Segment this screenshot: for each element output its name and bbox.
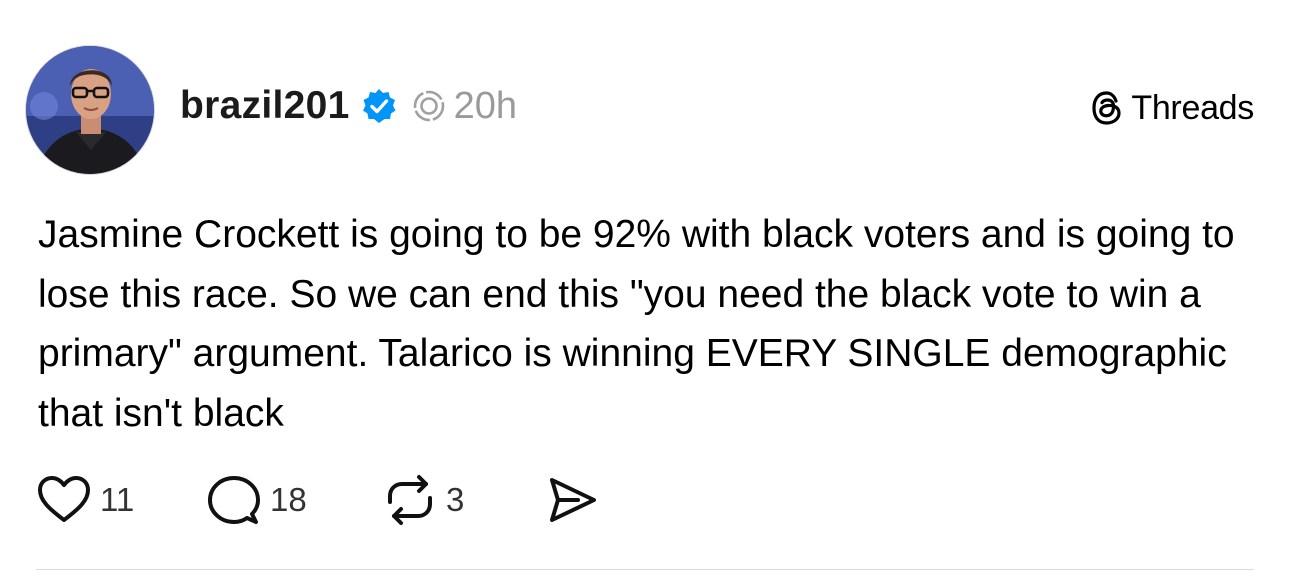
post-actions-bar: 11 18 3 <box>36 472 600 528</box>
post-divider <box>36 569 1254 570</box>
post-body-text: Jasmine Crockett is going to be 92% with… <box>38 213 1246 435</box>
avatar[interactable] <box>25 45 155 175</box>
threads-logo-icon <box>1089 89 1125 127</box>
like-count: 11 <box>100 481 135 518</box>
repost-count: 3 <box>446 481 465 518</box>
post-header: brazil201 20h <box>180 82 517 130</box>
threads-brand[interactable]: Threads <box>1089 88 1254 128</box>
heart-icon <box>38 476 90 522</box>
profile-photo <box>26 46 154 174</box>
threads-label: Threads <box>1131 88 1254 127</box>
send-icon <box>550 478 596 522</box>
post-timestamp: 20h <box>453 84 518 127</box>
like-button[interactable]: 11 <box>36 474 206 526</box>
threads-post: brazil201 20h Threads Jasmine Crockett i… <box>0 0 1290 580</box>
verified-badge-icon <box>360 87 398 125</box>
reply-count: 18 <box>270 481 307 518</box>
username[interactable]: brazil201 <box>180 84 350 128</box>
reply-button[interactable]: 18 <box>206 474 382 526</box>
share-button[interactable] <box>544 474 600 526</box>
comment-icon <box>208 476 260 524</box>
repost-button[interactable]: 3 <box>382 474 544 526</box>
repost-icon <box>388 475 432 525</box>
reposted-ring-icon <box>412 89 446 123</box>
